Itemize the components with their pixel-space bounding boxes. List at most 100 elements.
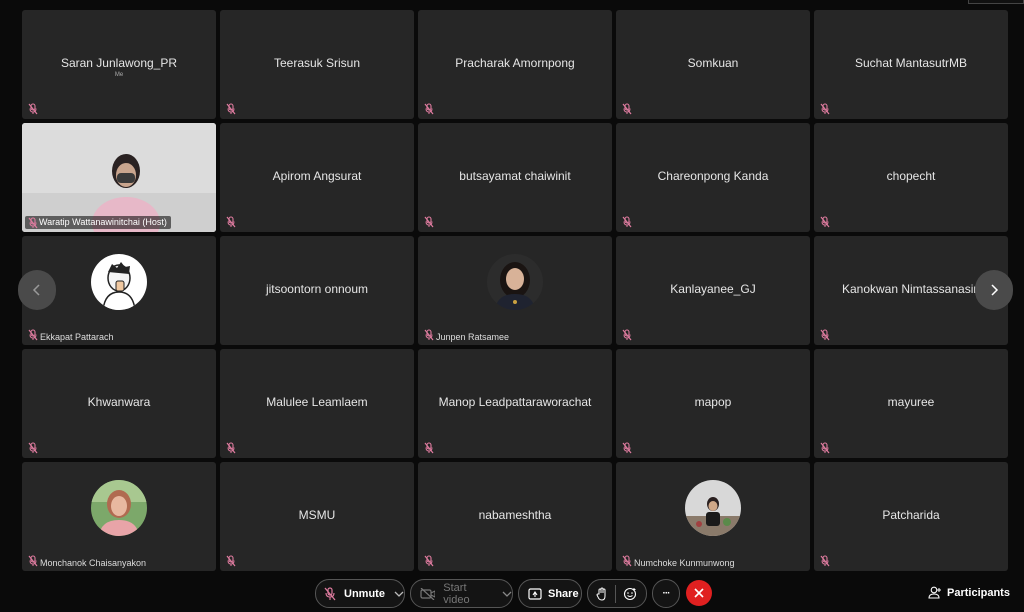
participants-button[interactable]: Participants [928, 586, 1010, 599]
leave-meeting-button[interactable] [686, 580, 712, 606]
more-options-button[interactable]: ··· [652, 579, 680, 608]
participant-name: Patcharida [882, 508, 940, 522]
muted-mic-icon [424, 216, 434, 228]
participant-name: Khwanwara [87, 395, 151, 409]
muted-mic-icon [622, 216, 632, 228]
participant-tile[interactable]: Suchat MantasutrMB [814, 10, 1008, 119]
participant-tile[interactable]: Chareonpong Kanda [616, 123, 810, 232]
participant-name: Somkuan [687, 56, 739, 70]
muted-mic-icon [226, 442, 236, 454]
muted-mic-icon [820, 103, 830, 115]
participant-name: Manop Leadpattaraworachat [438, 395, 592, 409]
muted-mic-icon [820, 329, 830, 341]
muted-mic-icon [622, 329, 632, 341]
muted-mic-icon [226, 555, 236, 567]
participant-tile[interactable]: jitsoontorn onnoum [220, 236, 414, 345]
participant-tile[interactable]: Pracharak Amornpong [418, 10, 612, 119]
muted-mic-icon [820, 442, 830, 454]
muted-mic-icon [820, 555, 830, 567]
participants-label: Participants [947, 586, 1010, 599]
participant-tile[interactable]: Monchanok Chaisanyakon [22, 462, 216, 571]
participant-name: Malulee Leamlaem [266, 395, 368, 409]
participant-tile[interactable]: Manop Leadpattaraworachat [418, 349, 612, 458]
participant-name: Waratip Wattanawinitchai (Host) [39, 217, 167, 227]
share-screen-icon [528, 587, 542, 600]
previous-page-button[interactable] [18, 270, 56, 310]
muted-mic-icon [820, 216, 830, 228]
raise-hand-icon[interactable] [596, 586, 608, 601]
start-video-label: Start video [443, 581, 470, 606]
muted-mic-icon [324, 586, 336, 600]
participant-name: Ekkapat Pattarach [40, 332, 114, 342]
reactions-icon[interactable] [623, 587, 637, 601]
avatar [685, 480, 741, 536]
participant-tile[interactable]: chopecht [814, 123, 1008, 232]
unmute-button[interactable]: Unmute [315, 579, 405, 608]
participants-icon [928, 586, 941, 599]
start-video-button[interactable]: Start video [410, 579, 513, 608]
participant-name: MSMU [298, 508, 336, 522]
muted-mic-icon [622, 103, 632, 115]
chevron-down-icon[interactable] [394, 590, 404, 598]
muted-mic-icon [622, 555, 632, 567]
more-icon: ··· [662, 588, 671, 599]
chevron-down-icon[interactable] [502, 590, 512, 598]
host-name-label: Waratip Wattanawinitchai (Host) [25, 216, 171, 229]
participant-tile[interactable]: nabameshtha [418, 462, 612, 571]
participant-tile[interactable]: Numchoke Kunmunwong [616, 462, 810, 571]
avatar [91, 254, 147, 310]
reactions-group [587, 579, 647, 608]
muted-mic-icon [424, 442, 434, 454]
participant-tile[interactable]: butsayamat chaiwinit [418, 123, 612, 232]
next-page-button[interactable] [975, 270, 1013, 310]
participant-tile[interactable]: Patcharida [814, 462, 1008, 571]
unmute-label: Unmute [344, 587, 385, 600]
muted-mic-icon [28, 103, 38, 115]
participant-name: Suchat MantasutrMB [854, 56, 968, 70]
participant-name: Junpen Ratsamee [436, 332, 510, 342]
participant-name: mapop [694, 395, 732, 409]
participant-name: jitsoontorn onnoum [265, 282, 369, 296]
participant-tile[interactable]: Apirom Angsurat [220, 123, 414, 232]
avatar [91, 480, 147, 536]
chevron-right-icon [991, 284, 999, 296]
participant-name: Apirom Angsurat [272, 169, 362, 183]
muted-mic-icon [28, 329, 38, 341]
participant-tile[interactable]: Malulee Leamlaem [220, 349, 414, 458]
participant-tile[interactable]: Teerasuk Srisun [220, 10, 414, 119]
share-label: Share [548, 587, 579, 600]
participant-name: chopecht [886, 169, 936, 183]
muted-mic-icon [28, 555, 38, 567]
participant-name: Teerasuk Srisun [273, 56, 361, 70]
participant-tile[interactable]: Kanlayanee_GJ [616, 236, 810, 345]
participant-name: Saran Junlawong_PR [60, 56, 178, 70]
participant-name: mayuree [887, 395, 935, 409]
muted-mic-icon [226, 103, 236, 115]
participant-name: butsayamat chaiwinit [459, 169, 571, 183]
muted-mic-icon [28, 217, 38, 229]
participant-name: Pracharak Amornpong [455, 56, 575, 70]
divider [615, 584, 616, 603]
participant-subname: Me [114, 72, 124, 78]
muted-mic-icon [226, 216, 236, 228]
participant-tile[interactable]: MSMU [220, 462, 414, 571]
participant-video-tile[interactable]: Waratip Wattanawinitchai (Host) [22, 123, 216, 232]
participant-name: Monchanok Chaisanyakon [40, 558, 147, 568]
muted-mic-icon [28, 442, 38, 454]
participant-tile[interactable]: mapop [616, 349, 810, 458]
participant-name: nabameshtha [478, 508, 552, 522]
participant-tile[interactable]: Saran Junlawong_PR Me [22, 10, 216, 119]
participant-tile[interactable]: Somkuan [616, 10, 810, 119]
muted-mic-icon [424, 103, 434, 115]
chevron-left-icon [32, 284, 40, 296]
participant-tile[interactable]: Khwanwara [22, 349, 216, 458]
avatar [487, 254, 543, 310]
muted-mic-icon [424, 555, 434, 567]
muted-mic-icon [424, 329, 434, 341]
participant-name: Chareonpong Kanda [657, 169, 769, 183]
share-button[interactable]: Share [518, 579, 582, 608]
participant-tile[interactable]: mayuree [814, 349, 1008, 458]
video-off-icon [420, 587, 436, 600]
top-right-tab [968, 0, 1024, 4]
participant-tile[interactable]: Junpen Ratsamee [418, 236, 612, 345]
